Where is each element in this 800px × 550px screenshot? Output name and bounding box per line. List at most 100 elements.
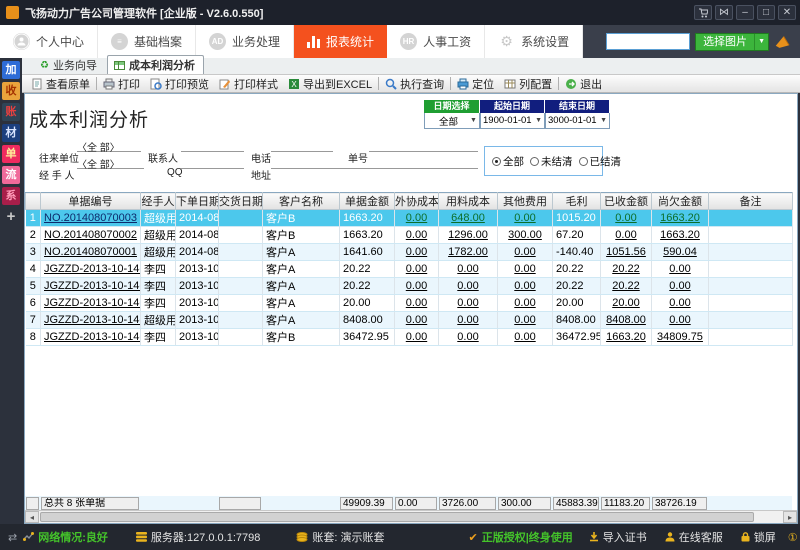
tab-business-wizard[interactable]: ♻ 业务向导 <box>34 56 105 74</box>
table-row[interactable]: 6JGZZD-2013-10-14-007李四2013-10-1客户A20.00… <box>26 295 793 312</box>
nav-tab-system-settings[interactable]: ⚙ 系统设置 <box>485 25 583 58</box>
cell-owed[interactable]: 1663.20 <box>652 210 709 227</box>
tab-cost-profit-analysis[interactable]: 成本利润分析 <box>107 55 204 74</box>
nav-tab-business[interactable]: AD 业务处理 <box>196 25 294 58</box>
qq-field[interactable] <box>181 156 244 169</box>
cell-owed[interactable]: 34809.75 <box>652 329 709 346</box>
sidebar-item-add[interactable]: 加 <box>2 61 20 79</box>
nav-tab-basic-archives[interactable]: ≡ 基础档案 <box>98 25 196 58</box>
cell-material-cost[interactable]: 648.00 <box>439 210 498 227</box>
table-row[interactable]: 2NO.201408070002超级用2014-08-0客户B1663.200.… <box>26 227 793 244</box>
chevron-down-icon[interactable]: ▼ <box>755 38 768 45</box>
end-date-select[interactable]: 3000-01-01▼ <box>545 113 610 129</box>
cell-owed[interactable]: 0.00 <box>652 312 709 329</box>
cell-material-cost[interactable]: 0.00 <box>439 312 498 329</box>
locate-button[interactable]: 定位 <box>452 76 499 92</box>
contact-unit-field[interactable]: 〈全 部〉 <box>77 139 141 152</box>
cell-other-cost[interactable]: 0.00 <box>498 312 553 329</box>
nav-tab-reports[interactable]: 报表统计 <box>294 25 387 58</box>
cell-material-cost[interactable]: 1782.00 <box>439 244 498 261</box>
nav-tab-personal-center[interactable]: 个人中心 <box>0 25 98 58</box>
column-header[interactable]: 备注 <box>709 193 793 210</box>
sidebar-item-order[interactable]: 单 <box>2 145 20 163</box>
minimize-button[interactable]: – <box>736 5 754 20</box>
cell-other-cost[interactable]: 0.00 <box>498 210 553 227</box>
cell-order-id[interactable]: JGZZD-2013-10-14-008 <box>41 278 141 295</box>
cell-outsource-cost[interactable]: 0.00 <box>395 278 439 295</box>
column-header[interactable]: 外协成本 <box>395 193 439 210</box>
sidebar-item-account[interactable]: 账 <box>2 103 20 121</box>
column-header[interactable]: 毛利 <box>553 193 601 210</box>
image-path-input[interactable] <box>606 33 690 50</box>
cell-owed[interactable]: 0.00 <box>652 295 709 312</box>
cell-other-cost[interactable]: 0.00 <box>498 329 553 346</box>
sidebar-item-system[interactable]: 系 <box>2 187 20 205</box>
cell-outsource-cost[interactable]: 0.00 <box>395 295 439 312</box>
cell-order-id[interactable]: JGZZD-2013-10-14-002 <box>41 329 141 346</box>
cell-outsource-cost[interactable]: 0.00 <box>395 244 439 261</box>
import-cert-button[interactable]: 导入证书 <box>589 529 647 545</box>
cell-outsource-cost[interactable]: 0.00 <box>395 210 439 227</box>
megaphone-icon[interactable] <box>772 33 791 51</box>
cell-outsource-cost[interactable]: 0.00 <box>395 312 439 329</box>
cell-other-cost[interactable]: 0.00 <box>498 261 553 278</box>
print-button[interactable]: 打印 <box>98 76 145 92</box>
sidebar-item-receive[interactable]: 收 <box>2 82 20 100</box>
cell-owed[interactable]: 0.00 <box>652 261 709 278</box>
cell-order-id[interactable]: JGZZD-2013-10-14-009 <box>41 261 141 278</box>
cell-received[interactable]: 8408.00 <box>601 312 652 329</box>
cell-material-cost[interactable]: 0.00 <box>439 261 498 278</box>
column-header[interactable]: 其他费用 <box>498 193 553 210</box>
sync-arrows-icon[interactable]: ⇄ <box>8 531 17 544</box>
cell-outsource-cost[interactable]: 0.00 <box>395 227 439 244</box>
column-header[interactable]: 尚欠金额 <box>652 193 709 210</box>
maximize-button[interactable]: □ <box>757 5 775 20</box>
cell-received[interactable]: 20.22 <box>601 261 652 278</box>
cell-owed[interactable]: 590.04 <box>652 244 709 261</box>
cell-material-cost[interactable]: 0.00 <box>439 329 498 346</box>
lock-screen-button[interactable]: 锁屏 <box>741 529 776 545</box>
sidebar-item-flow[interactable]: 流 <box>2 166 20 184</box>
column-header[interactable]: 已收金额 <box>601 193 652 210</box>
cell-material-cost[interactable]: 0.00 <box>439 278 498 295</box>
column-header[interactable]: 客户名称 <box>263 193 340 210</box>
print-style-button[interactable]: 打印样式 <box>214 76 283 92</box>
radio-settled[interactable]: 已结清 <box>579 154 622 169</box>
view-original-button[interactable]: 查看原单 <box>26 76 95 92</box>
date-range-select[interactable]: 全部▼ <box>424 113 480 129</box>
column-header[interactable]: 下单日期 <box>176 193 219 210</box>
table-row[interactable]: 4JGZZD-2013-10-14-009李四2013-10-1客户A20.22… <box>26 261 793 278</box>
contact-person-field[interactable] <box>181 139 244 152</box>
table-row[interactable]: 3NO.201408070001超级用2014-08-0客户A1641.600.… <box>26 244 793 261</box>
scroll-right-icon[interactable]: ▸ <box>783 511 797 523</box>
column-config-button[interactable]: 列配置 <box>499 76 557 92</box>
sidebar-add-button[interactable]: + <box>2 208 20 226</box>
address-field[interactable] <box>271 156 478 169</box>
column-header[interactable]: 交货日期 <box>219 193 263 210</box>
cart-icon[interactable] <box>694 5 712 20</box>
cell-order-id[interactable]: NO.201408070001 <box>41 244 141 261</box>
table-row[interactable]: 8JGZZD-2013-10-14-002李四2013-10-1客户B36472… <box>26 329 793 346</box>
cell-outsource-cost[interactable]: 0.00 <box>395 261 439 278</box>
column-header[interactable]: 用料成本 <box>439 193 498 210</box>
table-row[interactable]: 1NO.201408070003超级用2014-08-0客户B1663.200.… <box>26 210 793 227</box>
cell-received[interactable]: 0.00 <box>601 227 652 244</box>
cell-owed[interactable]: 0.00 <box>652 278 709 295</box>
select-image-button[interactable]: 选择图片 ▼ <box>695 33 769 51</box>
cell-order-id[interactable]: JGZZD-2013-10-14-004 <box>41 312 141 329</box>
phone-field[interactable] <box>271 139 333 152</box>
cell-order-id[interactable]: NO.201408070003 <box>41 210 141 227</box>
scroll-left-icon[interactable]: ◂ <box>25 511 39 523</box>
run-query-button[interactable]: 执行查询 <box>380 76 449 92</box>
table-row[interactable]: 7JGZZD-2013-10-14-004超级用2013-10-1客户A8408… <box>26 312 793 329</box>
cell-material-cost[interactable]: 1296.00 <box>439 227 498 244</box>
cell-other-cost[interactable]: 300.00 <box>498 227 553 244</box>
cell-material-cost[interactable]: 0.00 <box>439 295 498 312</box>
cell-received[interactable]: 1051.56 <box>601 244 652 261</box>
cell-received[interactable]: 0.00 <box>601 210 652 227</box>
nav-tab-hr-payroll[interactable]: HR 人事工资 <box>387 25 485 58</box>
online-service-button[interactable]: 在线客服 <box>665 529 723 545</box>
column-header[interactable]: 经手人 <box>141 193 176 210</box>
radio-unsettled[interactable]: 未结清 <box>530 154 573 169</box>
exit-button[interactable]: 退出 <box>560 76 607 92</box>
